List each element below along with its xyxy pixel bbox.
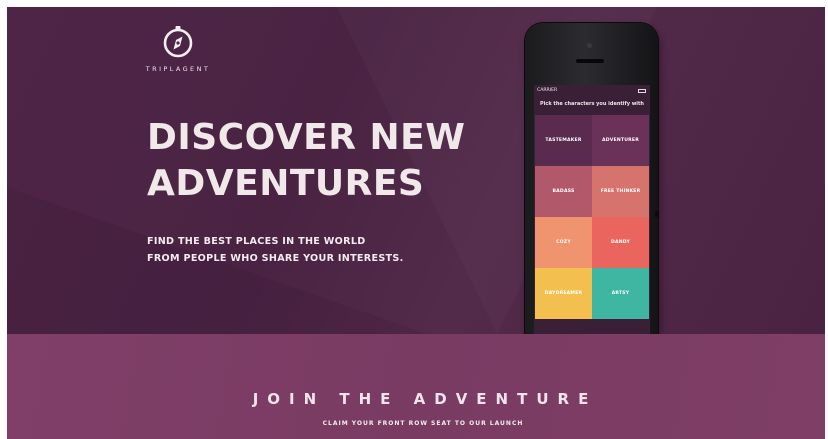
character-tile[interactable]: DANDY (592, 217, 649, 268)
character-tile[interactable]: FREE THINKER (592, 166, 649, 217)
carrier-label: CARRIER (537, 88, 558, 93)
logo-link[interactable]: TRIPLAGENT (143, 24, 213, 73)
phone-mockup: CARRIER Pick the characters you identify… (525, 23, 658, 363)
screen-prompt: Pick the characters you identify with (540, 101, 644, 107)
cta-title[interactable]: JOIN THE ADVENTURE (7, 390, 825, 408)
landing-page: TRIPLAGENT DISCOVER NEW ADVENTURES FIND … (7, 7, 825, 439)
subtitle-line-2: FROM PEOPLE WHO SHARE YOUR INTERESTS. (147, 253, 404, 264)
hero-section: TRIPLAGENT DISCOVER NEW ADVENTURES FIND … (7, 7, 825, 334)
cta-section: JOIN THE ADVENTURE CLAIM YOUR FRONT ROW … (7, 334, 825, 439)
headline-line-1: DISCOVER NEW (147, 117, 466, 158)
phone-screen: CARRIER Pick the characters you identify… (534, 85, 650, 355)
headline-line-2: ADVENTURES (147, 163, 425, 204)
phone-speaker (576, 59, 604, 63)
character-tile[interactable]: BADASS (535, 166, 592, 217)
compass-icon (163, 26, 193, 58)
brand-name: TRIPLAGENT (145, 65, 211, 73)
character-tile[interactable]: COZY (535, 217, 592, 268)
subtitle-line-1: FIND THE BEST PLACES IN THE WORLD (147, 236, 366, 247)
battery-icon (638, 89, 646, 93)
character-tile[interactable]: ADVENTURER (592, 115, 649, 166)
character-tile[interactable]: TASTEMAKER (535, 115, 592, 166)
character-tile[interactable]: ARTSY (592, 268, 649, 319)
hero-subtitle: FIND THE BEST PLACES IN THE WORLD FROM P… (147, 233, 507, 267)
phone-side-button (655, 211, 658, 217)
phone-camera (587, 43, 592, 48)
character-tile[interactable]: DAYDREAMER (535, 268, 592, 319)
hero-headline: DISCOVER NEW ADVENTURES (147, 115, 487, 207)
cta-subtitle: CLAIM YOUR FRONT ROW SEAT TO OUR LAUNCH (322, 420, 524, 427)
